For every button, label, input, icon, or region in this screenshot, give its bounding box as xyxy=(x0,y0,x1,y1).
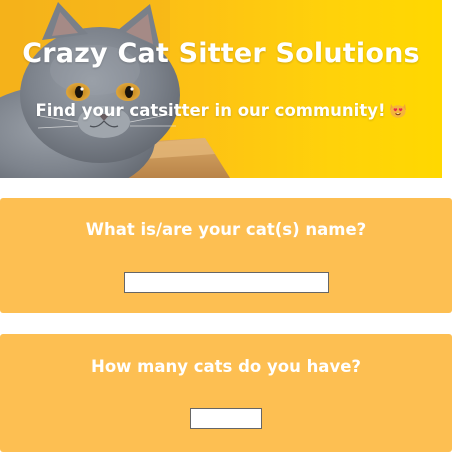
cat-photo xyxy=(0,0,230,178)
cat-name-input[interactable] xyxy=(124,272,329,293)
hero-banner: Crazy Cat Sitter Solutions Find your cat… xyxy=(0,0,442,178)
page-title: Crazy Cat Sitter Solutions xyxy=(22,38,420,69)
cat-count-input[interactable] xyxy=(190,408,262,429)
cat-count-label: How many cats do you have? xyxy=(91,357,361,376)
heart-eyes-cat-icon xyxy=(389,102,407,122)
subtitle-text: Find your catsitter in our community! xyxy=(35,101,386,120)
page-subtitle: Find your catsitter in our community! xyxy=(0,101,442,122)
cat-name-label: What is/are your cat(s) name? xyxy=(85,220,367,239)
question-card-cat-name: What is/are your cat(s) name? xyxy=(0,198,452,313)
question-card-cat-count: How many cats do you have? xyxy=(0,334,452,452)
